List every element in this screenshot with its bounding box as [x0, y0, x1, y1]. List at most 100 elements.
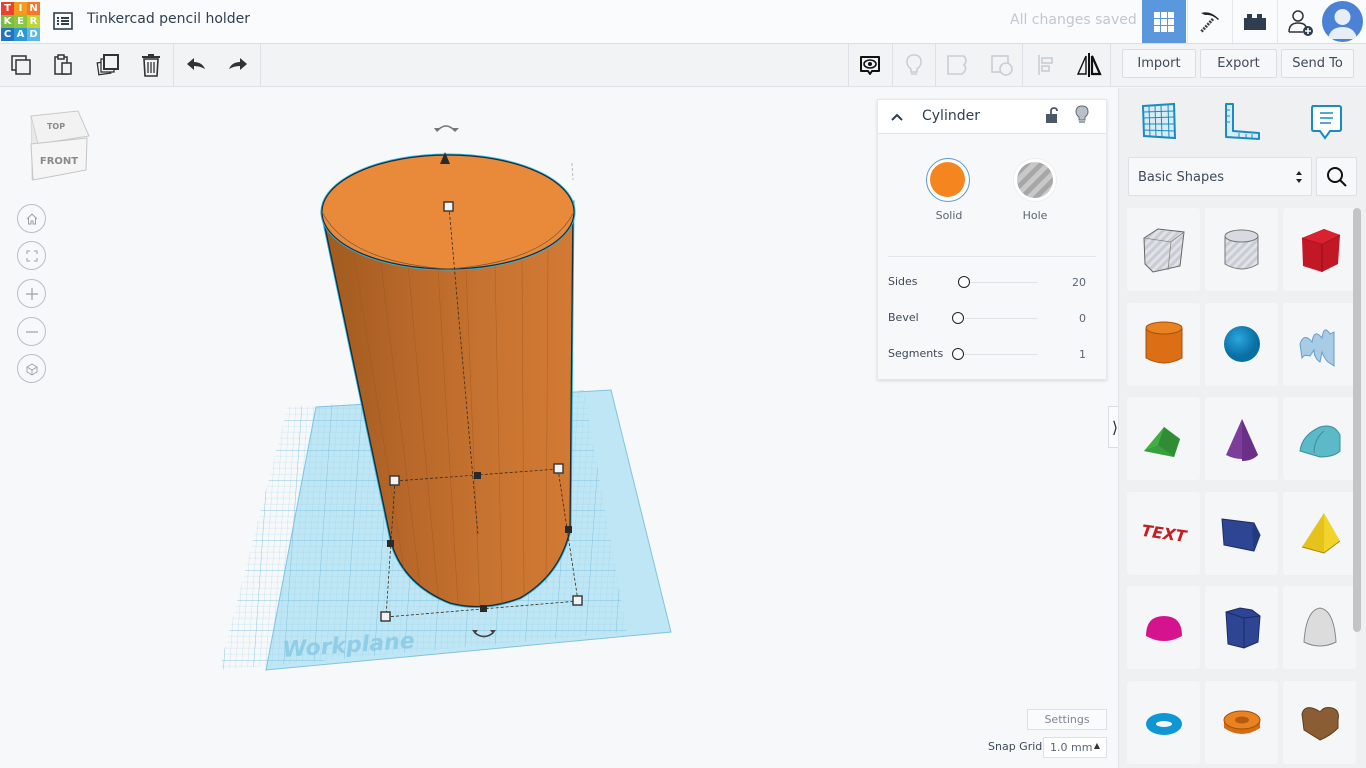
- shape-tube[interactable]: [1205, 680, 1278, 764]
- delete-button[interactable]: [136, 50, 166, 80]
- shape-box[interactable]: [1283, 208, 1356, 291]
- shape-pyramid[interactable]: [1283, 491, 1356, 575]
- grid-icon: [1154, 11, 1174, 32]
- property-slider-track[interactable]: [960, 282, 1038, 283]
- design-list-icon[interactable]: [52, 10, 74, 32]
- property-slider-track[interactable]: [960, 354, 1038, 355]
- solid-color-button[interactable]: [926, 158, 970, 202]
- bricks-view-button[interactable]: [1232, 0, 1276, 43]
- mirror-icon: [1076, 53, 1102, 77]
- shape-sphere[interactable]: [1205, 302, 1278, 386]
- show-all-button[interactable]: [899, 50, 929, 80]
- shape-inspector: Cylinder Solid Hole Sides 20 Bevel 0 Segment…: [877, 99, 1107, 380]
- roof-icon: [1143, 426, 1180, 457]
- rotate-handle-top[interactable]: [434, 125, 459, 132]
- corner-handle[interactable]: [572, 595, 583, 606]
- shape-polygon[interactable]: [1205, 586, 1278, 669]
- unlock-icon[interactable]: [1044, 106, 1060, 124]
- visibility-bulb-icon[interactable]: [1074, 105, 1090, 125]
- property-slider-knob[interactable]: [958, 276, 971, 288]
- property-value[interactable]: 1: [1079, 348, 1086, 361]
- trash-icon: [142, 54, 160, 77]
- design-title[interactable]: Tinkercad pencil holder: [87, 11, 250, 27]
- heart-icon: [1300, 707, 1339, 741]
- side-handle[interactable]: [565, 526, 572, 533]
- undo-icon: [187, 58, 205, 70]
- property-slider-knob[interactable]: [952, 348, 964, 360]
- shapes-scrollbar[interactable]: [1353, 208, 1361, 632]
- copy-icon: [11, 55, 31, 75]
- box-icon: [1301, 228, 1340, 272]
- cone-icon: [1225, 418, 1258, 461]
- align-button[interactable]: [1031, 50, 1061, 80]
- logo-letter: E: [14, 15, 27, 28]
- 3d-design-view-button[interactable]: [1142, 0, 1186, 43]
- center-handle[interactable]: [474, 472, 481, 479]
- settings-button[interactable]: Settings: [1027, 709, 1107, 730]
- height-handle[interactable]: [443, 201, 454, 212]
- snap-grid-select[interactable]: 1.0 mm ▲: [1043, 737, 1107, 758]
- user-avatar[interactable]: [1322, 1, 1363, 42]
- send-to-button[interactable]: Send To: [1281, 49, 1354, 78]
- save-status: All changes saved: [1010, 12, 1137, 28]
- shape-scribble[interactable]: [1283, 302, 1356, 386]
- corner-handle[interactable]: [380, 611, 391, 622]
- blocks-view-button[interactable]: [1187, 0, 1231, 43]
- import-button[interactable]: Import: [1122, 49, 1196, 78]
- property-slider-track[interactable]: [960, 318, 1038, 319]
- workplane-tool-icon[interactable]: [1138, 100, 1180, 142]
- shape-torus[interactable]: [1127, 680, 1200, 764]
- snap-grid-value: 1.0 mm: [1050, 741, 1093, 754]
- shape-roof[interactable]: [1127, 397, 1200, 480]
- logo-letter: R: [27, 15, 40, 28]
- property-label: Bevel: [888, 311, 919, 324]
- half-sphere-icon: [1145, 615, 1182, 641]
- copy-button[interactable]: [6, 50, 36, 80]
- notes-button[interactable]: [855, 50, 885, 80]
- redo-icon: [229, 58, 247, 70]
- logo-letter: A: [14, 28, 27, 41]
- shape-half-sphere[interactable]: [1127, 586, 1200, 669]
- tinkercad-logo[interactable]: TINKERCAD: [1, 2, 41, 41]
- brick-icon: [1243, 13, 1266, 30]
- edit-toolbar: Import Export Send To: [0, 44, 1366, 87]
- property-value[interactable]: 0: [1079, 312, 1086, 325]
- undo-button[interactable]: [181, 50, 211, 80]
- shape-box-hole[interactable]: [1127, 208, 1200, 291]
- shape-heart[interactable]: [1283, 680, 1356, 764]
- shape-search-button[interactable]: [1316, 157, 1357, 196]
- export-button[interactable]: Export: [1200, 49, 1277, 78]
- shape-round-roof[interactable]: [1283, 397, 1356, 480]
- collapse-chevron-icon[interactable]: [890, 110, 904, 124]
- wedge-icon: [1220, 518, 1261, 552]
- shape-cone[interactable]: [1205, 397, 1278, 480]
- paste-button[interactable]: [48, 50, 78, 80]
- shape-wedge[interactable]: [1205, 491, 1278, 575]
- shape-category-select[interactable]: Basic Shapes: [1128, 157, 1312, 196]
- corner-handle[interactable]: [553, 463, 564, 474]
- shape-category-value: Basic Shapes: [1138, 170, 1225, 185]
- redo-button[interactable]: [223, 50, 253, 80]
- ungroup-button[interactable]: [987, 50, 1017, 80]
- side-handle[interactable]: [387, 540, 394, 547]
- shape-text[interactable]: TEXT: [1127, 491, 1200, 575]
- shape-cylinder[interactable]: [1127, 302, 1200, 386]
- notes-tool-icon[interactable]: [1305, 100, 1347, 142]
- property-value[interactable]: 20: [1072, 276, 1086, 289]
- mirror-button[interactable]: [1074, 50, 1104, 80]
- corner-handle[interactable]: [389, 475, 400, 486]
- sphere-icon: [1223, 326, 1260, 362]
- hole-button[interactable]: [1013, 158, 1057, 202]
- side-handle[interactable]: [480, 605, 487, 612]
- pyramid-icon: [1301, 513, 1340, 554]
- hole-swatch: [1017, 162, 1053, 198]
- invite-user-button[interactable]: [1277, 0, 1321, 43]
- group-button[interactable]: [943, 50, 973, 80]
- select-arrows-icon: [1296, 171, 1302, 183]
- box-hole-icon: [1142, 227, 1185, 273]
- duplicate-button[interactable]: [93, 50, 123, 80]
- ruler-icon[interactable]: [1221, 100, 1263, 142]
- shape-cylinder-hole[interactable]: [1205, 208, 1278, 291]
- shape-paraboloid[interactable]: [1283, 586, 1356, 669]
- property-slider-knob[interactable]: [952, 312, 964, 324]
